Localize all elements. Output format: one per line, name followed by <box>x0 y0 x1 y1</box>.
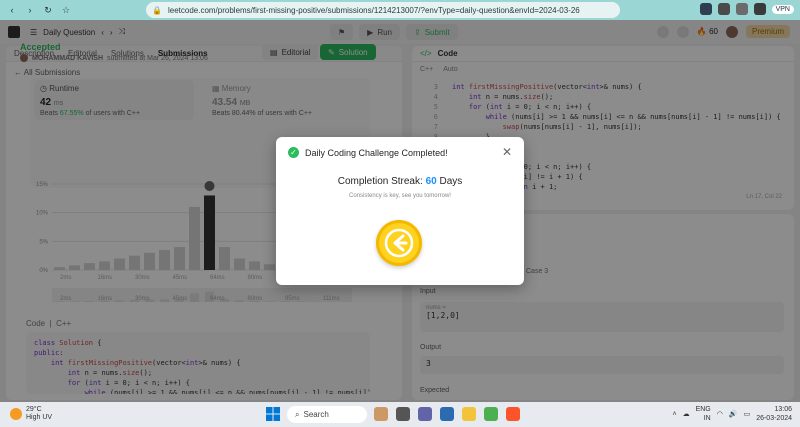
teams-icon[interactable] <box>418 407 432 421</box>
close-icon[interactable]: ✕ <box>502 145 512 159</box>
widgets-icon[interactable] <box>374 407 388 421</box>
task-view-icon[interactable] <box>396 407 410 421</box>
windows-taskbar: 29°C High UV ⌕ Search ˄ ☁ ENG IN ◠ 🔊 ▭ 13:0… <box>0 402 800 427</box>
streak-value: 60 <box>425 176 437 187</box>
taskbar-search[interactable]: ⌕ Search <box>287 406 367 423</box>
temperature: 29°C <box>26 406 42 413</box>
challenge-completed-modal: ✓ Daily Coding Challenge Completed! ✕ Co… <box>276 137 524 285</box>
lang-top: ENG <box>695 406 711 413</box>
sun-icon <box>10 408 22 420</box>
taskbar-apps <box>374 407 520 421</box>
streak-unit: Days <box>439 176 463 187</box>
search-icon: ⌕ <box>295 409 300 419</box>
extension-icon[interactable] <box>717 3 730 15</box>
reload-icon[interactable]: ↻ <box>42 4 54 16</box>
chrome-icon[interactable] <box>484 407 498 421</box>
time: 13:06 <box>774 406 792 413</box>
date: 26-03-2024 <box>756 415 792 422</box>
completion-streak: Completion Streak: 60 Days <box>276 176 524 187</box>
check-circle-icon: ✓ <box>288 147 299 158</box>
address-bar[interactable]: 🔒 leetcode.com/problems/first-missing-po… <box>146 2 620 18</box>
battery-icon[interactable]: ▭ <box>744 410 751 418</box>
url-text: leetcode.com/problems/first-missing-posi… <box>167 5 580 15</box>
clock[interactable]: 13:06 26-03-2024 <box>756 405 792 423</box>
forward-icon[interactable]: › <box>24 4 36 16</box>
chevron-up-icon[interactable]: ˄ <box>672 411 676 418</box>
weather-widget[interactable]: 29°C High UV <box>10 406 52 422</box>
streak-label: Completion Streak: <box>337 176 423 187</box>
windows-start-icon[interactable] <box>266 407 280 421</box>
search-label: Search <box>303 410 329 419</box>
modal-subtitle: Consistency is key, see you tomorrow! <box>349 193 451 199</box>
weather-status: High UV <box>26 414 53 421</box>
language-indicator[interactable]: ENG IN <box>696 405 711 423</box>
lock-icon: 🔒 <box>152 5 162 15</box>
brave-icon[interactable] <box>506 407 520 421</box>
extension-icon[interactable] <box>753 3 766 15</box>
modal-title: Daily Coding Challenge Completed! <box>305 147 448 158</box>
file-explorer-icon[interactable] <box>462 407 476 421</box>
volume-icon[interactable]: 🔊 <box>729 410 738 418</box>
lang-bottom: IN <box>703 415 711 422</box>
back-icon[interactable]: ‹ <box>6 4 18 16</box>
bookmark-icon[interactable]: ☆ <box>60 4 72 16</box>
system-tray: ˄ ☁ ENG IN ◠ 🔊 ▭ 13:06 26-03-2024 <box>672 405 792 423</box>
extension-icon[interactable] <box>735 3 748 15</box>
wifi-icon[interactable]: ◠ <box>717 410 723 418</box>
modal-header: ✓ Daily Coding Challenge Completed! <box>288 147 448 158</box>
onedrive-icon[interactable]: ☁ <box>683 410 690 418</box>
leetcode-coin-icon <box>376 220 422 266</box>
extension-icon[interactable] <box>699 3 712 15</box>
vpn-badge[interactable]: VPN <box>771 4 794 14</box>
store-icon[interactable] <box>440 407 454 421</box>
browser-extensions: VPN <box>699 3 794 15</box>
